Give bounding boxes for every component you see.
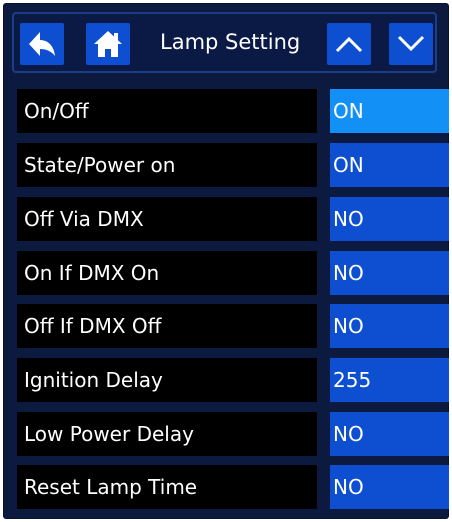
- setting-row-low-power-delay[interactable]: Low Power Delay NO: [17, 412, 449, 456]
- setting-label: Off Via DMX: [17, 197, 317, 241]
- home-icon: [92, 29, 124, 59]
- setting-row-state-power-on[interactable]: State/Power on ON: [17, 143, 449, 187]
- setting-value[interactable]: ON: [330, 89, 449, 133]
- scroll-down-button[interactable]: [389, 23, 433, 65]
- setting-value[interactable]: NO: [330, 465, 449, 509]
- setting-label: Low Power Delay: [17, 412, 317, 456]
- setting-label: On If DMX On: [17, 251, 317, 295]
- setting-label: State/Power on: [17, 143, 317, 187]
- back-arrow-icon: [27, 30, 57, 58]
- scroll-up-button[interactable]: [327, 23, 371, 65]
- setting-label: Off If DMX Off: [17, 304, 317, 348]
- setting-label: On/Off: [17, 89, 317, 133]
- setting-row-off-if-dmx-off[interactable]: Off If DMX Off NO: [17, 304, 449, 348]
- home-button[interactable]: [86, 23, 130, 65]
- header-bar: Lamp Setting: [12, 12, 437, 73]
- setting-label: Reset Lamp Time: [17, 465, 317, 509]
- setting-value[interactable]: NO: [330, 197, 449, 241]
- setting-value[interactable]: ON: [330, 143, 449, 187]
- back-button[interactable]: [20, 23, 64, 65]
- setting-value[interactable]: 255: [330, 358, 449, 402]
- setting-row-on-if-dmx-on[interactable]: On If DMX On NO: [17, 251, 449, 295]
- setting-row-off-via-dmx[interactable]: Off Via DMX NO: [17, 197, 449, 241]
- chevron-down-icon: [396, 34, 426, 54]
- setting-label: Ignition Delay: [17, 358, 317, 402]
- setting-row-on-off[interactable]: On/Off ON: [17, 89, 449, 133]
- setting-row-reset-lamp-time[interactable]: Reset Lamp Time NO: [17, 465, 449, 509]
- setting-row-ignition-delay[interactable]: Ignition Delay 255: [17, 358, 449, 402]
- page-title: Lamp Setting: [160, 30, 301, 54]
- setting-value[interactable]: NO: [330, 304, 449, 348]
- chevron-up-icon: [334, 34, 364, 54]
- setting-value[interactable]: NO: [330, 251, 449, 295]
- setting-value[interactable]: NO: [330, 412, 449, 456]
